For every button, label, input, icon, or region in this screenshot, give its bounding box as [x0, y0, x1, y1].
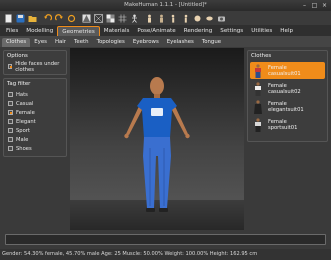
left-panel: Options Hide faces under clothes Tag fil…	[3, 50, 67, 230]
clothes-thumbnail	[255, 63, 261, 78]
clothes-group: Clothes Female casualsuit01 Female casua…	[247, 50, 328, 142]
tag-filter-title: Tag filter	[7, 81, 31, 87]
checkbox-box[interactable]	[8, 128, 13, 133]
grid-icon[interactable]	[117, 13, 127, 23]
top-view-icon[interactable]	[192, 13, 202, 23]
subtab-hair[interactable]: Hair	[51, 38, 70, 47]
command-input[interactable]	[5, 234, 326, 245]
clothes-item-casualsuit01[interactable]: Female casualsuit01	[250, 62, 325, 79]
options-group: Options Hide faces under clothes	[3, 50, 67, 75]
sub-tab-bar: Clothes Eyes Hair Teeth Topologies Eyebr…	[0, 36, 331, 47]
right-panel: Clothes Female casualsuit01 Female casua…	[247, 50, 328, 230]
subtab-tongue[interactable]: Tongue	[198, 38, 225, 47]
maximize-icon[interactable]: □	[311, 2, 318, 9]
main-tab-bar: Files Modelling Geometries Materials Pos…	[0, 25, 331, 36]
tag-sport-checkbox[interactable]: Sport	[6, 126, 64, 135]
tag-label: Female	[16, 109, 35, 116]
clothes-item-label: Female casualsuit02	[268, 83, 301, 95]
clothes-item-label: Female sportsuit01	[268, 119, 297, 131]
clothes-title: Clothes	[251, 53, 272, 59]
tab-utilities[interactable]: Utilities	[247, 26, 276, 36]
close-icon[interactable]: ×	[321, 2, 328, 9]
hide-faces-label: Hide faces under clothes	[15, 60, 60, 73]
checkbox-box[interactable]	[8, 101, 13, 106]
clothes-item-line2: elegantsuit01	[268, 106, 304, 113]
subtab-topologies[interactable]: Topologies	[93, 38, 129, 47]
tag-label: Elegant	[16, 118, 36, 125]
tag-filter-group: Tag filter Hats Casual Female Elegant Sp…	[3, 78, 67, 157]
skeleton-icon[interactable]	[129, 13, 139, 23]
subtab-eyes[interactable]: Eyes	[30, 38, 51, 47]
new-file-icon[interactable]	[3, 13, 13, 23]
options-title: Options	[7, 53, 28, 59]
window-controls: – □ ×	[301, 2, 328, 9]
hide-faces-checkbox[interactable]: Hide faces under clothes	[6, 60, 64, 73]
tab-geometries[interactable]: Geometries	[57, 26, 100, 36]
wireframe-icon[interactable]	[93, 13, 103, 23]
save-icon[interactable]	[15, 13, 25, 23]
clothes-item-label: Female elegantsuit01	[268, 101, 304, 113]
tag-casual-checkbox[interactable]: Casual	[6, 99, 64, 108]
tab-help[interactable]: Help	[276, 26, 297, 36]
checkbox-box[interactable]	[8, 146, 13, 151]
3d-viewport[interactable]	[70, 48, 244, 230]
background-icon[interactable]	[105, 13, 115, 23]
clothes-thumbnail	[255, 81, 261, 96]
clothes-thumbnail	[254, 99, 262, 114]
tag-label: Hats	[16, 91, 28, 98]
tag-label: Sport	[16, 127, 30, 134]
clothes-item-line2: casualsuit02	[268, 88, 301, 95]
clothes-item-casualsuit02[interactable]: Female casualsuit02	[250, 80, 325, 97]
clothes-item-label: Female casualsuit01	[268, 65, 301, 77]
tag-hats-checkbox[interactable]: Hats	[6, 90, 64, 99]
tab-pose-animate[interactable]: Pose/Animate	[133, 26, 179, 36]
clothes-item-line2: casualsuit01	[268, 70, 301, 77]
tag-elegant-checkbox[interactable]: Elegant	[6, 117, 64, 126]
tab-modelling[interactable]: Modelling	[22, 26, 57, 36]
load-icon[interactable]	[27, 13, 37, 23]
tag-male-checkbox[interactable]: Male	[6, 135, 64, 144]
tag-female-checkbox[interactable]: Female	[6, 108, 64, 117]
status-bar: Gender: 54.30% female, 45.70% male Age: …	[0, 249, 331, 260]
human-model[interactable]	[70, 48, 244, 230]
front-view-icon[interactable]	[144, 13, 154, 23]
redo-icon[interactable]	[54, 13, 64, 23]
back-view-icon[interactable]	[156, 13, 166, 23]
checkbox-box[interactable]	[8, 137, 13, 142]
reset-icon[interactable]	[66, 13, 76, 23]
toolbar	[0, 11, 331, 25]
subtab-eyebrows[interactable]: Eyebrows	[129, 38, 163, 47]
checkbox-box[interactable]	[8, 92, 13, 97]
tag-shoes-checkbox[interactable]: Shoes	[6, 144, 64, 153]
tab-materials[interactable]: Materials	[100, 26, 134, 36]
checkbox-box[interactable]	[8, 110, 13, 115]
tab-files[interactable]: Files	[2, 26, 22, 36]
bottom-view-icon[interactable]	[204, 13, 214, 23]
window-title: MakeHuman 1.1.1 - [Untitled]*	[124, 2, 207, 8]
tab-rendering[interactable]: Rendering	[180, 26, 217, 36]
subtab-teeth[interactable]: Teeth	[70, 38, 93, 47]
clothes-item-sportsuit01[interactable]: Female sportsuit01	[250, 116, 325, 133]
reset-camera-icon[interactable]	[216, 13, 226, 23]
clothes-thumbnail	[255, 117, 261, 132]
tag-label: Casual	[16, 100, 34, 107]
tag-label: Male	[16, 136, 29, 143]
tab-settings[interactable]: Settings	[216, 26, 247, 36]
tag-label: Shoes	[16, 145, 32, 152]
title-bar: MakeHuman 1.1.1 - [Untitled]* – □ ×	[0, 0, 331, 11]
checkbox-box[interactable]	[8, 64, 13, 69]
subtab-eyelashes[interactable]: Eyelashes	[163, 38, 198, 47]
clothes-item-line2: sportsuit01	[268, 124, 298, 131]
subtab-clothes[interactable]: Clothes	[2, 38, 31, 47]
undo-icon[interactable]	[42, 13, 52, 23]
checkbox-box[interactable]	[8, 119, 13, 124]
clothes-item-elegantsuit01[interactable]: Female elegantsuit01	[250, 98, 325, 115]
right-view-icon[interactable]	[180, 13, 190, 23]
minimize-icon[interactable]: –	[301, 2, 308, 9]
left-view-icon[interactable]	[168, 13, 178, 23]
smooth-icon[interactable]	[81, 13, 91, 23]
